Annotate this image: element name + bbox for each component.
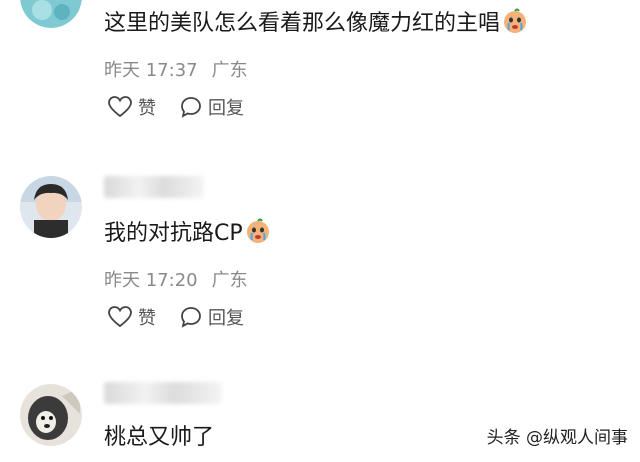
username[interactable] [104,176,204,198]
username[interactable] [104,382,222,404]
comment-meta: 昨天 17:37 广东 [104,56,248,82]
comment-location: 广东 [211,60,248,81]
crying-face-icon [245,218,271,252]
reply-button[interactable]: 回复 [180,304,244,330]
comment-item: 桃总又帅了 [0,376,640,462]
comment-meta: 昨天 17:20 广东 [104,266,248,292]
chat-bubble-icon [180,96,202,118]
crying-face-icon [502,8,528,42]
comment-text: 我的对抗路CP [104,218,271,252]
comment-text: 桃总又帅了 [104,425,215,450]
reply-label: 回复 [208,308,244,329]
avatar[interactable] [20,384,82,446]
avatar[interactable] [20,176,82,238]
like-button[interactable]: 赞 [108,94,156,120]
comment-actions: 赞 回复 [108,94,308,120]
chat-bubble-icon [180,306,202,328]
watermark: 头条 @纵观人间事 [486,428,628,448]
like-label: 赞 [138,98,156,119]
heart-icon [108,306,132,328]
comment-time: 昨天 17:20 [104,270,198,291]
comment-actions: 赞 回复 [108,304,308,330]
comment-item: 我的对抗路CP 昨天 17:20 广东 赞 回复 [0,170,640,330]
reply-label: 回复 [208,98,244,119]
reply-button[interactable]: 回复 [180,94,244,120]
comment-item: 这里的美队怎么看着那么像魔力红的主唱 昨天 17:37 广东 赞 回复 [0,0,640,140]
heart-icon [108,96,132,118]
comment-text: 这里的美队怎么看着那么像魔力红的主唱 [104,8,528,42]
like-label: 赞 [138,308,156,329]
like-button[interactable]: 赞 [108,304,156,330]
comment-time: 昨天 17:37 [104,60,198,81]
avatar[interactable] [20,0,82,28]
comment-location: 广东 [211,270,248,291]
